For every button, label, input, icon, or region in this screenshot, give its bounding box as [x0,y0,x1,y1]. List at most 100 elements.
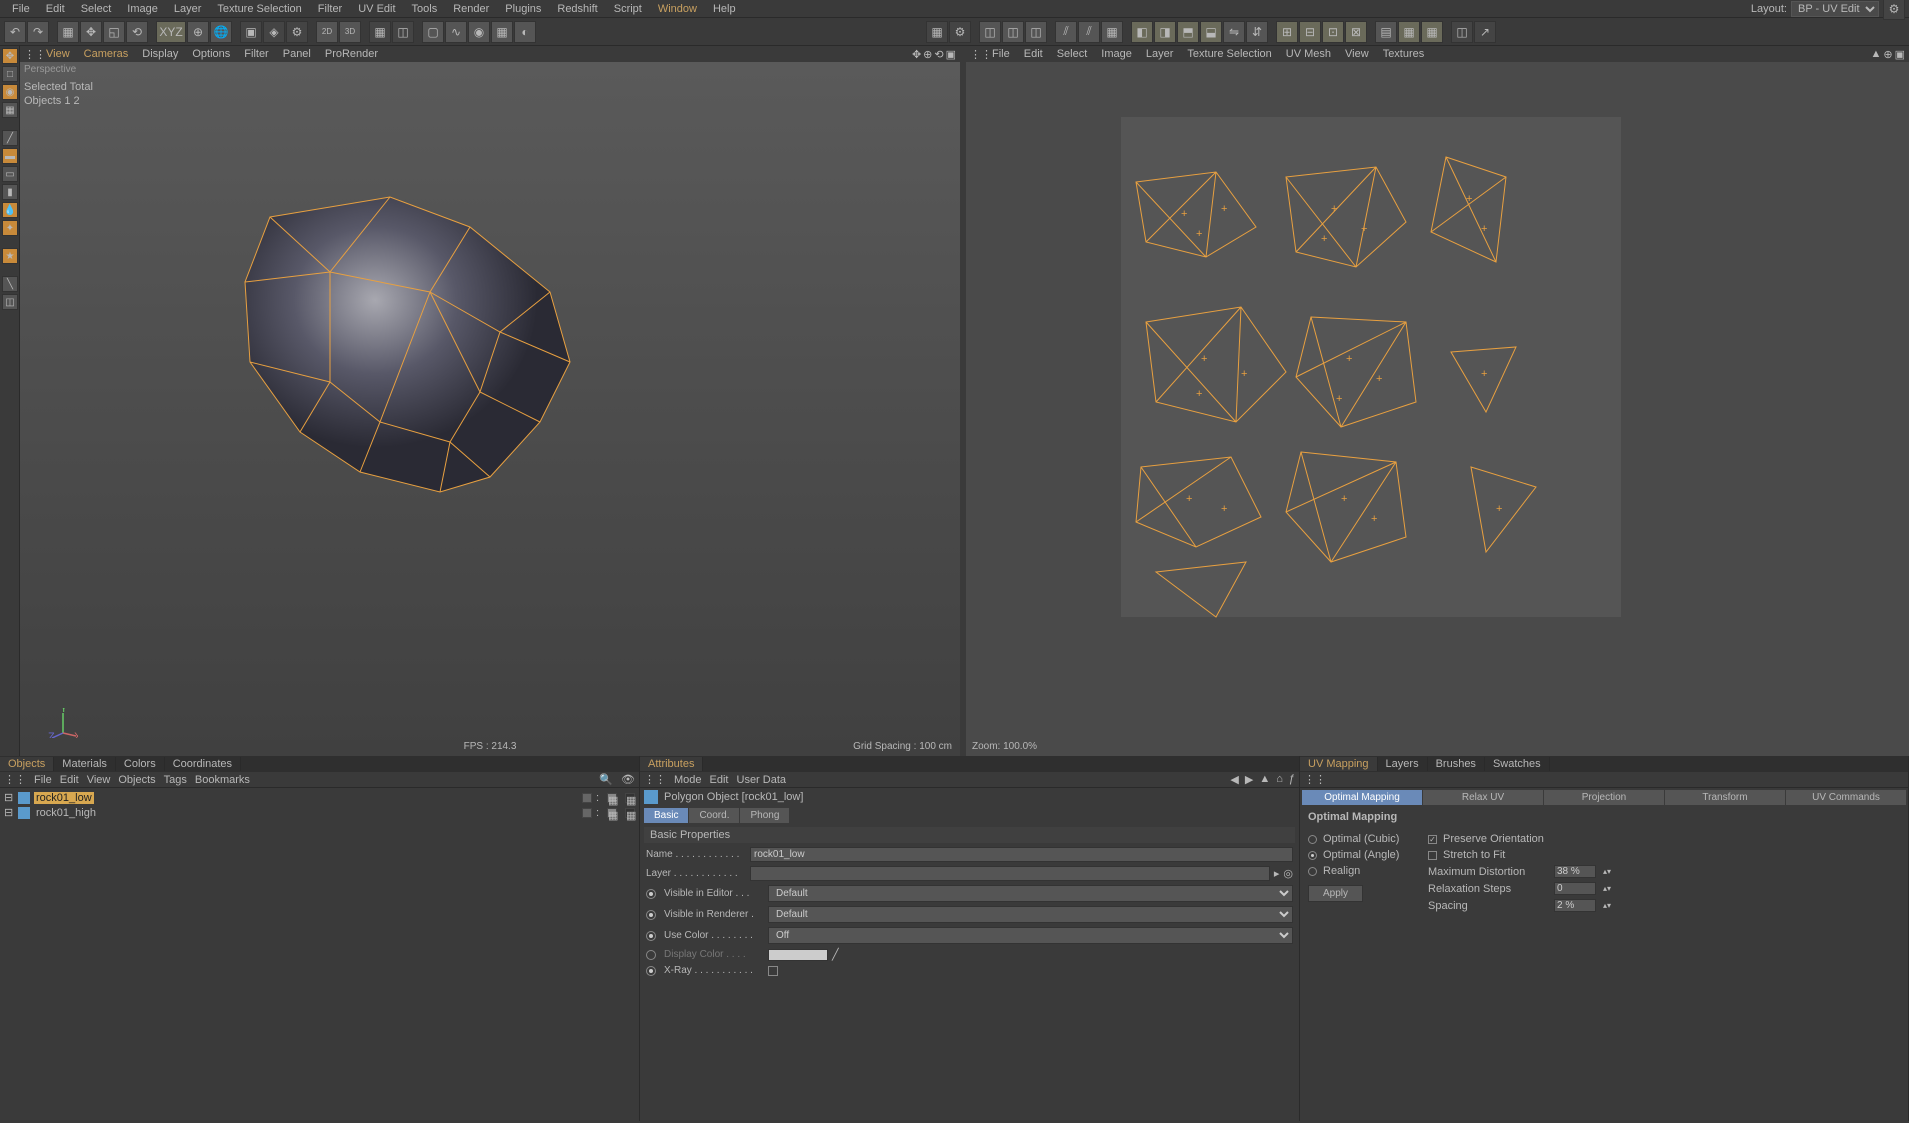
layout-select[interactable]: BP - UV Edit [1791,1,1879,17]
grip-icon[interactable]: ⋮⋮ [1304,773,1326,786]
wand-tool[interactable]: ✦ [2,220,18,236]
uv-t5[interactable]: ⫽ [1078,21,1100,43]
vp-nav3-icon[interactable]: ⟲ [934,48,943,61]
snap-2d[interactable]: 2D [316,21,338,43]
tag-icon[interactable]: ▦ [607,793,617,803]
attr-tab-coord[interactable]: Coord. [689,808,739,823]
uvvp-nav2-icon[interactable]: ⊕ [1883,48,1892,61]
attr-tab-phong[interactable]: Phong [740,808,789,823]
uvvp-select[interactable]: Select [1051,48,1094,60]
vp-prorender[interactable]: ProRender [319,48,384,60]
xyz-lock[interactable]: XYZ [156,21,186,43]
menu-uvedit[interactable]: UV Edit [350,1,403,17]
uvvp-textures[interactable]: Textures [1377,48,1431,60]
bucket-tool[interactable]: 💧 [2,202,18,218]
uvsub-projection[interactable]: Projection [1544,790,1664,805]
uv-gear[interactable]: ⚙ [949,21,971,43]
select-tool[interactable]: ▦ [57,21,79,43]
menu-window[interactable]: Window [650,1,705,17]
tab-colors[interactable]: Colors [116,757,165,771]
menu-render[interactable]: Render [445,1,497,17]
layout-config-icon[interactable]: ⚙ [1883,0,1905,20]
workplane-mode[interactable]: ▦ [2,102,18,118]
attr-name-input[interactable] [750,847,1293,862]
attr-back-icon[interactable]: ◀ [1230,773,1238,786]
uv-t2[interactable]: ◫ [1002,21,1024,43]
uvsub-commands[interactable]: UV Commands [1786,790,1906,805]
uvvp-layer[interactable]: Layer [1140,48,1180,60]
tab-uvmapping[interactable]: UV Mapping [1300,757,1378,771]
eraser-tool[interactable]: ▬ [2,148,18,164]
uv-align3[interactable]: ⬒ [1177,21,1199,43]
undo-button[interactable]: ↶ [4,21,26,43]
picker-tool[interactable]: ╲ [2,276,18,292]
menu-edit[interactable]: Edit [38,1,73,17]
obj-edit[interactable]: Edit [60,774,79,786]
move-tool[interactable]: ✥ [80,21,102,43]
obj-view[interactable]: View [87,774,111,786]
uv-align4[interactable]: ⬓ [1200,21,1222,43]
prim-cube[interactable]: ▢ [422,21,444,43]
uvvp-uvmesh[interactable]: UV Mesh [1280,48,1337,60]
uv-t6[interactable]: ▦ [1101,21,1123,43]
rotate-tool[interactable]: ⟲ [126,21,148,43]
vp-nav1-icon[interactable]: ✥ [912,48,921,61]
object-row[interactable]: ⊟ rock01_low : ▦ ▦ [2,790,637,805]
obj-file[interactable]: File [34,774,52,786]
vp-nav4-icon[interactable]: ▣ [946,48,956,61]
uv-pack2[interactable]: ▦ [1398,21,1420,43]
grip-icon[interactable]: ⋮⋮ [4,773,26,786]
tab-materials[interactable]: Materials [54,757,116,771]
attr-fwd-icon[interactable]: ▶ [1245,773,1253,786]
tab-coordinates[interactable]: Coordinates [165,757,241,771]
uvvp-file[interactable]: File [986,48,1016,60]
uv-mirror1[interactable]: ⇋ [1223,21,1245,43]
transform-tool[interactable]: ◫ [2,294,18,310]
vp-nav2-icon[interactable]: ⊕ [923,48,932,61]
uv-export[interactable]: ↗ [1474,21,1496,43]
radio-angle[interactable] [1308,851,1317,860]
workplane[interactable]: ◫ [392,21,414,43]
uv-align2[interactable]: ◨ [1154,21,1176,43]
star-tool[interactable]: ★ [2,248,18,264]
attr-home-icon[interactable]: ⌂ [1276,773,1283,786]
spacing-input[interactable] [1554,899,1596,912]
vp-panel[interactable]: Panel [277,48,317,60]
grip-icon[interactable]: ⋮⋮ [970,48,984,61]
obj-objects[interactable]: Objects [118,774,155,786]
object-name[interactable]: rock01_low [34,792,94,804]
rock-mesh[interactable] [150,162,630,562]
xray-checkbox[interactable] [768,966,778,976]
prim-array[interactable]: ▦ [491,21,513,43]
tab-swatches[interactable]: Swatches [1485,757,1550,771]
menu-image[interactable]: Image [119,1,166,17]
maxdist-input[interactable] [1554,865,1596,878]
attr-edit[interactable]: Edit [710,774,729,786]
redo-button[interactable]: ↷ [27,21,49,43]
uv-align1[interactable]: ◧ [1131,21,1153,43]
attr-up-icon[interactable]: ▲ [1259,773,1270,786]
cb-stretch[interactable] [1428,851,1437,860]
radio-cubic[interactable] [1308,835,1317,844]
uvsub-transform[interactable]: Transform [1665,790,1785,805]
layer-target-icon[interactable]: ◎ [1283,867,1293,880]
vp-options[interactable]: Options [186,48,236,60]
cb-preserve[interactable]: ✓ [1428,835,1437,844]
grip-icon[interactable]: ⋮⋮ [24,48,38,61]
world-tool[interactable]: 🌐 [210,21,232,43]
menu-redshift[interactable]: Redshift [549,1,605,17]
uv-t3[interactable]: ◫ [1025,21,1047,43]
spinner-icon[interactable]: ▴▾ [1602,884,1612,893]
uvsub-optimal[interactable]: Optimal Mapping [1302,790,1422,805]
tag-icon[interactable]: ▦ [625,808,635,818]
tag-icon[interactable]: ▦ [607,808,617,818]
uv-fit2[interactable]: ⊟ [1299,21,1321,43]
uvvp-nav1-icon[interactable]: ▲ [1870,48,1881,61]
obj-eye-icon[interactable]: 👁 [621,773,635,786]
spinner-icon[interactable]: ▴▾ [1602,901,1612,910]
menu-file[interactable]: File [4,1,38,17]
attr-mode[interactable]: Mode [674,774,702,786]
usecolor-radio[interactable] [646,931,656,941]
axis-tool[interactable]: ⊕ [187,21,209,43]
uv-pack3[interactable]: ▦ [1421,21,1443,43]
